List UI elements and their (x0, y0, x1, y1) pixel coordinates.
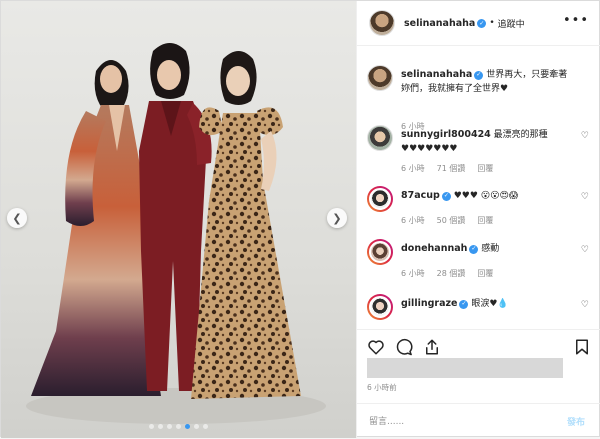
bookmark-icon (576, 339, 588, 355)
comment-input[interactable] (367, 413, 551, 431)
avatar (369, 10, 395, 36)
avatar[interactable] (369, 188, 391, 210)
post-comment-button[interactable]: 發布 (567, 415, 585, 428)
carousel-dot (158, 424, 163, 429)
heart-icon (368, 340, 384, 355)
reply-button[interactable]: 回覆 (477, 215, 493, 226)
carousel-dot (194, 424, 199, 429)
photo-illustration (26, 43, 326, 424)
verified-badge-icon: ✓ (474, 70, 484, 80)
more-options-button[interactable]: ••• (563, 13, 589, 28)
carousel-prev-button[interactable]: ❮ (7, 208, 27, 228)
share-icon (426, 339, 438, 355)
carousel-next-button[interactable]: ❯ (327, 208, 347, 228)
save-button[interactable] (571, 336, 593, 358)
verified-badge-icon: ✓ (469, 244, 479, 254)
carousel-dot (149, 424, 154, 429)
like-comment-heart-icon[interactable]: ♡ (581, 245, 589, 255)
caption-username[interactable]: selinanahaha (401, 69, 472, 80)
comment-text: 眼淚♥💧 (471, 299, 509, 309)
reply-button[interactable]: 回覆 (477, 163, 493, 174)
comment-button[interactable] (393, 336, 415, 358)
comment-username[interactable]: 87acup (401, 190, 440, 201)
carousel-indicator (1, 424, 356, 429)
carousel-dot (203, 424, 208, 429)
add-comment-box: 發布 (357, 403, 600, 439)
avatar[interactable] (367, 125, 393, 151)
comment-likes[interactable]: 50 個讚 (437, 215, 466, 226)
like-comment-heart-icon[interactable]: ♡ (581, 300, 589, 310)
more-horizontal-icon: ••• (562, 13, 589, 28)
author-username[interactable]: selinanahaha (404, 18, 475, 29)
comment-time[interactable]: 6 小時 (401, 163, 425, 174)
carousel-dot (167, 424, 172, 429)
comment-text: ♥♥♥ 😮😮😍😱 (453, 191, 519, 201)
avatar[interactable] (369, 296, 391, 318)
like-comment-heart-icon[interactable]: ♡ (581, 131, 589, 141)
likes-count-redacted (367, 358, 563, 378)
avatar[interactable] (367, 65, 393, 91)
verified-badge-icon: ✓ (459, 299, 469, 309)
author-avatar[interactable] (369, 10, 395, 36)
avatar[interactable] (369, 241, 391, 263)
post-photo[interactable]: ❮ ❯ (1, 1, 356, 438)
carousel-dot (185, 424, 190, 429)
comment-time[interactable]: 6 小時 (401, 268, 425, 279)
post-time-ago[interactable]: 6 小時前 (367, 382, 397, 393)
following-button[interactable]: 追蹤中 (498, 17, 525, 30)
instagram-post: ❮ ❯ selinanahaha ✓ • 追蹤中 ••• selinanahah… (0, 0, 600, 438)
verified-badge-icon: ✓ (441, 191, 451, 201)
like-button[interactable] (365, 336, 387, 358)
verified-badge-icon: ✓ (477, 18, 487, 28)
separator-dot: • (489, 18, 495, 28)
chevron-left-icon: ❮ (12, 211, 22, 225)
comment-text: 感動 (481, 244, 500, 254)
comment-likes[interactable]: 71 個讚 (437, 163, 466, 174)
comment-icon (396, 338, 413, 356)
like-comment-heart-icon[interactable]: ♡ (581, 192, 589, 202)
comment-time[interactable]: 6 小時 (401, 215, 425, 226)
comment-username[interactable]: sunnygirl800424 (401, 129, 491, 140)
comment-username[interactable]: gillingraze (401, 298, 457, 309)
share-button[interactable] (421, 336, 443, 358)
carousel-dot (176, 424, 181, 429)
comment-likes[interactable]: 28 個讚 (437, 268, 466, 279)
chevron-right-icon: ❯ (332, 211, 342, 225)
post-sidebar: selinanahaha ✓ • 追蹤中 ••• selinanahaha ✓ 世… (356, 1, 600, 438)
comments-list[interactable]: selinanahaha ✓ 世界再大，只要牽著妳們，我就擁有了全世界♥ 6 小時… (357, 46, 600, 328)
comment-username[interactable]: donehannah (401, 243, 467, 254)
post-header: selinanahaha ✓ • 追蹤中 ••• (357, 1, 600, 46)
reply-button[interactable]: 回覆 (477, 268, 493, 279)
